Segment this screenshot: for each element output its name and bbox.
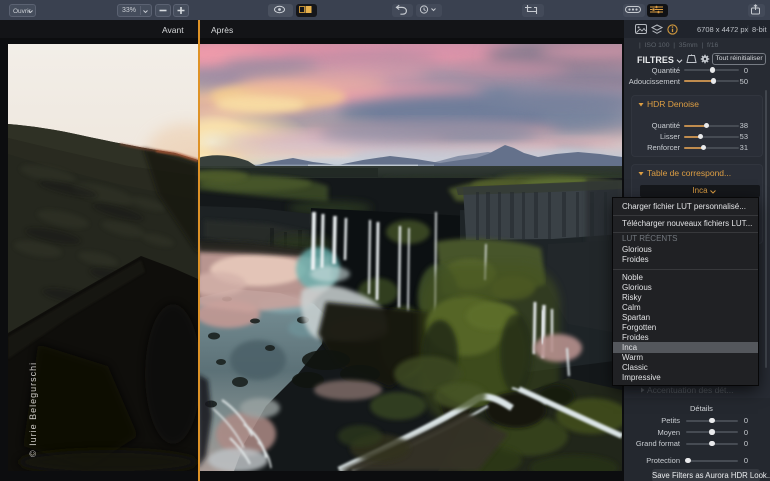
svg-text:© Iurie Belegurschi: © Iurie Belegurschi [28, 362, 38, 457]
